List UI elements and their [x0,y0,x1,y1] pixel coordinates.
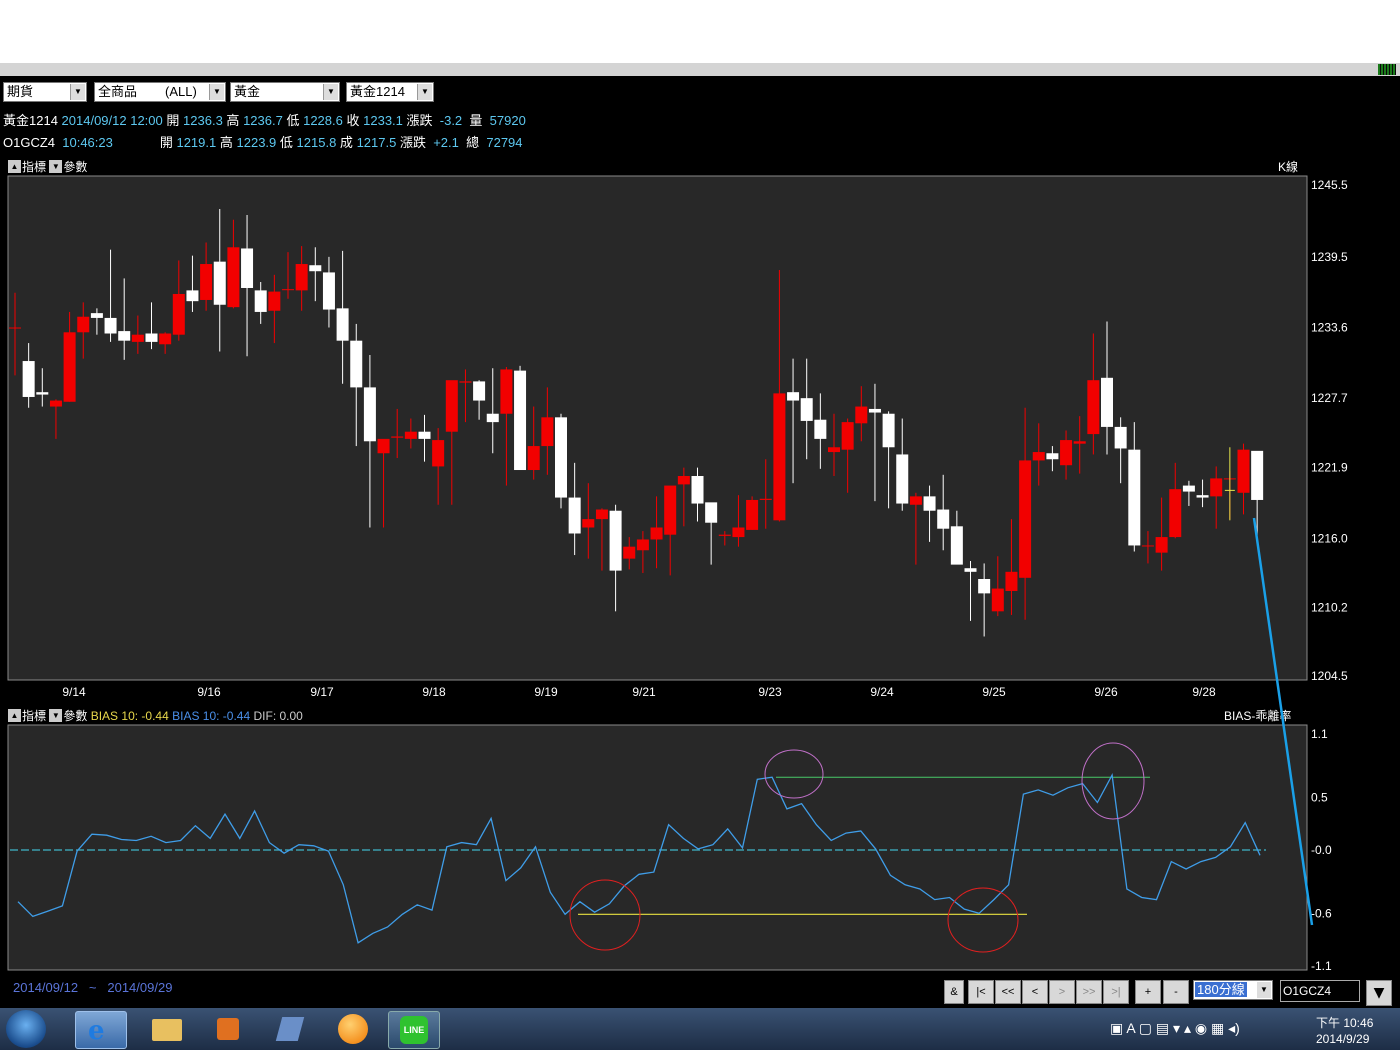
quote1-high: 1236.7 [243,113,283,128]
chevron-down-icon: ▼ [323,84,338,100]
period-select-value: 180分線 [1195,982,1247,997]
contract-select-value: 黃金1214 [350,84,405,99]
quote2-volume: 72794 [486,135,523,150]
nav-last-button[interactable]: >| [1103,980,1129,1004]
triangle-down-icon[interactable]: ▼ [49,160,63,173]
quote1-volume-label: 量 [469,113,483,128]
quote1-name: 黃金1214 [3,113,58,128]
date-tilde: ~ [88,980,97,995]
file-explorer-icon[interactable] [142,1011,192,1047]
quote2-name: O1GCZ4 [3,135,56,150]
chevron-down-icon: ▼ [417,84,432,100]
triangle-down-icon[interactable]: ▼ [49,709,63,722]
quote1-volume: 57920 [489,113,526,128]
zoom-out-button[interactable]: - [1163,980,1189,1004]
quote2-open-label: 開 [159,135,173,150]
parameter-button[interactable]: 參數 [63,709,87,723]
windows-start-icon[interactable] [6,1010,46,1048]
zoom-in-button[interactable]: + [1135,980,1161,1004]
quote1-close-label: 收 [346,113,360,128]
line-app-icon[interactable]: LINE [388,1011,440,1049]
dropdown-arrow-button[interactable]: ▼ [1366,980,1392,1006]
nav-first-button[interactable]: |< [968,980,994,1004]
tray-time: 下午 10:46 [1316,1016,1374,1030]
bias-value-2: BIAS 10: -0.44 [172,709,251,723]
indicator-button[interactable]: 指標 [22,160,46,174]
category-select-value: 全商品 [98,84,138,99]
triangle-up-icon[interactable]: ▲ [8,160,21,173]
nav-page-prev-button[interactable]: << [995,980,1021,1004]
quote-row-1: 黃金1214 2014/09/12 12:00 開 1236.3 高 1236.… [3,113,526,129]
nav-prev-button[interactable]: < [1022,980,1048,1004]
trading-app-window [0,76,1400,1008]
quote1-change-label: 漲跌 [406,113,433,128]
grid-icon[interactable] [1378,64,1396,75]
chevron-down-icon: ▼ [209,84,224,100]
quote2-open: 1219.1 [176,135,217,150]
ie-browser-icon[interactable]: e [75,1011,127,1049]
tool-app-icon[interactable] [265,1011,315,1047]
date-to: 2014/09/29 [107,980,173,995]
nav-page-next-button[interactable]: >> [1076,980,1102,1004]
quote2-high: 1223.9 [236,135,277,150]
bias-panel-toolbar: ▲ 指標 ▼ 參數 BIAS 10: -0.44 BIAS 10: -0.44 DI… [8,709,303,723]
date-from: 2014/09/12 [13,980,79,995]
quote1-close: 1233.1 [363,113,403,128]
quote2-close-label: 成 [339,135,353,150]
symbol-input[interactable]: O1GCZ4 [1280,980,1360,1002]
quote-row-2: O1GCZ4 10:46:23 開 1219.1 高 1223.9 低 1215… [3,135,523,151]
kline-label: K線 [1278,160,1299,174]
quote2-change-label: 漲跌 [399,135,426,150]
tray-date: 2014/9/29 [1316,1032,1370,1046]
chevron-down-icon: ▼ [70,84,85,100]
commodity-select-value: 黃金 [234,84,261,99]
quote2-volume-label: 總 [466,135,480,150]
nav-amp-button[interactable]: & [944,980,964,1004]
nav-next-button[interactable]: > [1049,980,1075,1004]
market-select-value: 期貨 [7,84,34,99]
bias-label: BIAS-乖離率 [1224,709,1292,723]
quote1-low-label: 低 [286,113,300,128]
quote1-low: 1228.6 [303,113,343,128]
date-range: 2014/09/12 ~ 2014/09/29 [13,980,172,995]
quote2-close: 1217.5 [356,135,397,150]
dif-value: DIF: 0.00 [253,709,303,723]
commodity-select[interactable]: 黃金 ▼ [230,82,340,102]
period-select[interactable]: 180分線 ▼ [1193,980,1273,1000]
market-select[interactable]: 期貨 ▼ [3,82,87,102]
parameter-button[interactable]: 參數 [63,160,87,174]
tray-icons[interactable]: ▣ A ▢ ▤ ▾ ▴ ◉ ▦ ◂) [1110,1020,1240,1037]
quote1-datetime: 2014/09/12 12:00 [61,113,163,128]
chevron-down-icon: ▼ [1257,982,1271,998]
quote1-high-label: 高 [226,113,240,128]
quote2-change: +2.1 [433,135,459,150]
contract-select[interactable]: 黃金1214 ▼ [346,82,434,102]
blank-header-area [0,0,1400,63]
kline-panel-toolbar: ▲ 指標 ▼ 參數 [8,160,87,174]
quote1-open: 1236.3 [183,113,223,128]
category-select-all: (ALL) [165,84,197,99]
media-player-icon[interactable] [203,1011,253,1047]
category-select[interactable]: 全商品 (ALL) ▼ [94,82,226,102]
quote1-change: -3.2 [439,113,463,128]
quote2-low: 1215.8 [296,135,337,150]
quote2-time: 10:46:23 [62,135,113,150]
indicator-button[interactable]: 指標 [22,709,46,723]
bias-value-1: BIAS 10: -0.44 [90,709,169,723]
quote1-open-label: 開 [166,113,180,128]
quote2-high-label: 高 [219,135,233,150]
triangle-up-icon[interactable]: ▲ [8,709,21,722]
window-frame-bar [0,63,1400,76]
quote2-low-label: 低 [279,135,293,150]
orange-app-icon[interactable] [328,1011,378,1047]
